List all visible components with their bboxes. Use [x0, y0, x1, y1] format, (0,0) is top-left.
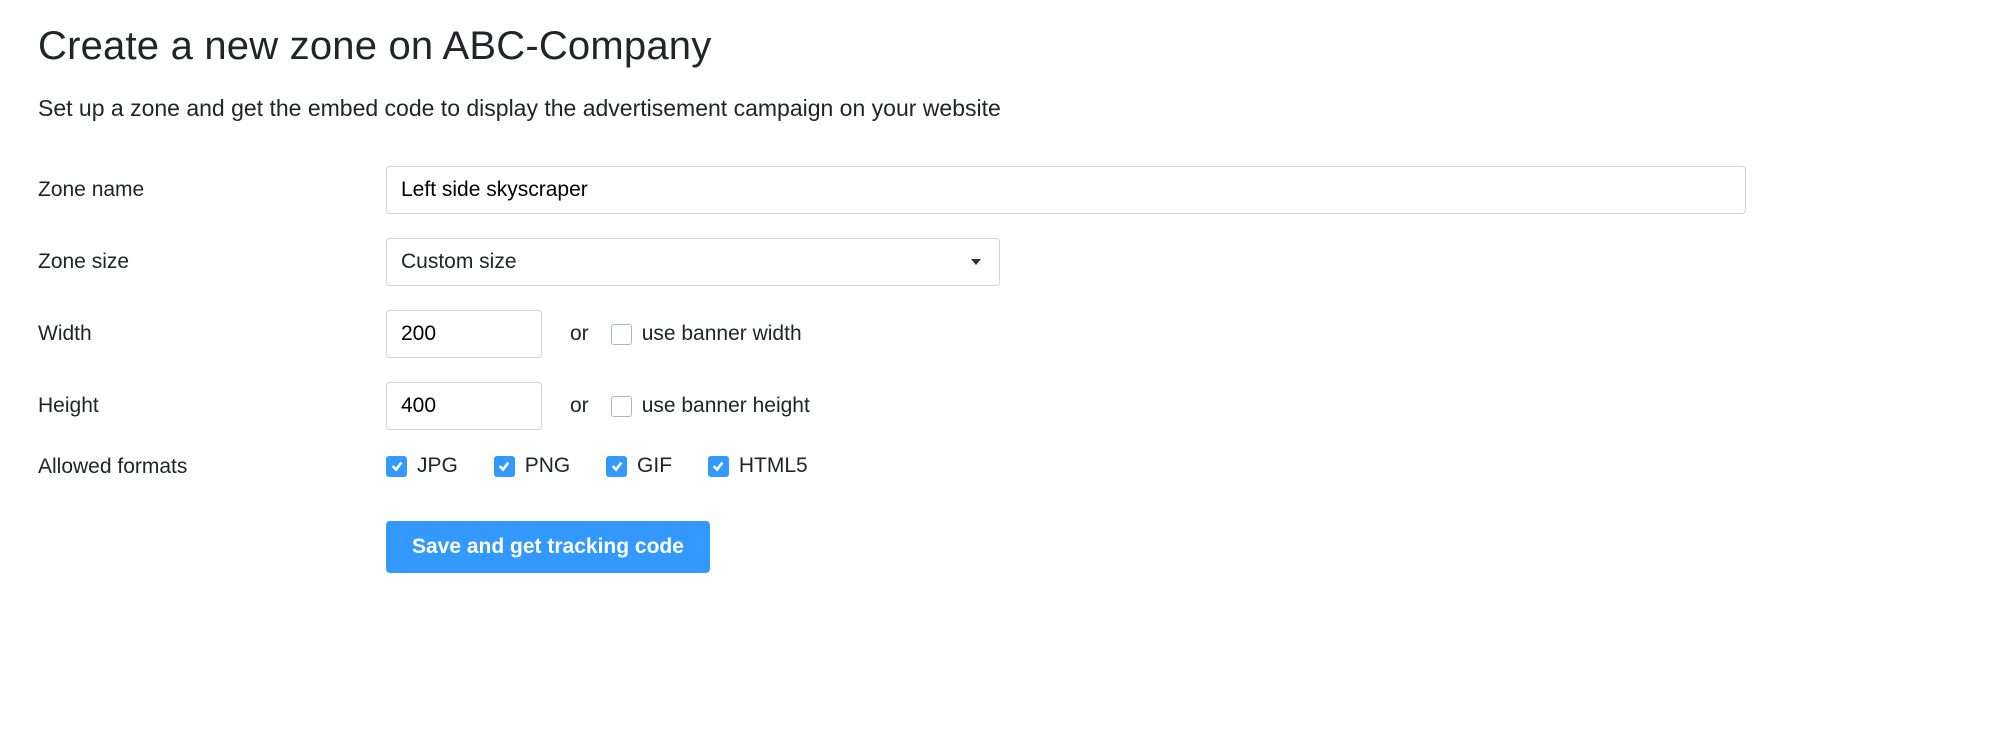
width-input[interactable]	[386, 310, 542, 358]
zone-name-label: Zone name	[38, 178, 386, 202]
height-input[interactable]	[386, 382, 542, 430]
format-png-wrapper[interactable]: PNG	[494, 454, 571, 478]
zone-size-select[interactable]: Custom size	[386, 238, 1000, 286]
width-row: Width or use banner width	[38, 310, 1962, 358]
allowed-formats-label: Allowed formats	[38, 455, 386, 479]
height-or-text: or	[570, 394, 589, 418]
use-banner-height-label: use banner height	[642, 394, 810, 418]
zone-name-input[interactable]	[386, 166, 1746, 214]
width-or-text: or	[570, 322, 589, 346]
width-label: Width	[38, 322, 386, 346]
allowed-formats-row: Allowed formats JPG PNG GIF HTML5	[38, 454, 1962, 479]
page-subtitle: Set up a zone and get the embed code to …	[38, 95, 1962, 122]
format-html5-label: HTML5	[739, 454, 808, 478]
use-banner-width-checkbox[interactable]	[611, 324, 632, 345]
zone-size-label: Zone size	[38, 250, 386, 274]
use-banner-height-checkbox[interactable]	[611, 396, 632, 417]
zone-name-row: Zone name	[38, 166, 1962, 214]
format-gif-wrapper[interactable]: GIF	[606, 454, 672, 478]
height-row: Height or use banner height	[38, 382, 1962, 430]
zone-size-selected: Custom size	[401, 250, 517, 274]
use-banner-width-wrapper[interactable]: use banner width	[611, 322, 802, 346]
save-button[interactable]: Save and get tracking code	[386, 521, 710, 573]
zone-size-row: Zone size Custom size	[38, 238, 1962, 286]
format-html5-wrapper[interactable]: HTML5	[708, 454, 808, 478]
format-jpg-checkbox[interactable]	[386, 456, 407, 477]
use-banner-width-label: use banner width	[642, 322, 802, 346]
allowed-formats-options: JPG PNG GIF HTML5	[386, 454, 838, 479]
submit-row: Save and get tracking code	[38, 503, 1962, 573]
format-png-label: PNG	[525, 454, 571, 478]
format-html5-checkbox[interactable]	[708, 456, 729, 477]
format-jpg-wrapper[interactable]: JPG	[386, 454, 458, 478]
caret-down-icon	[971, 259, 981, 265]
format-gif-checkbox[interactable]	[606, 456, 627, 477]
use-banner-height-wrapper[interactable]: use banner height	[611, 394, 810, 418]
height-label: Height	[38, 394, 386, 418]
format-png-checkbox[interactable]	[494, 456, 515, 477]
format-jpg-label: JPG	[417, 454, 458, 478]
format-gif-label: GIF	[637, 454, 672, 478]
page-title: Create a new zone on ABC-Company	[38, 24, 1962, 69]
